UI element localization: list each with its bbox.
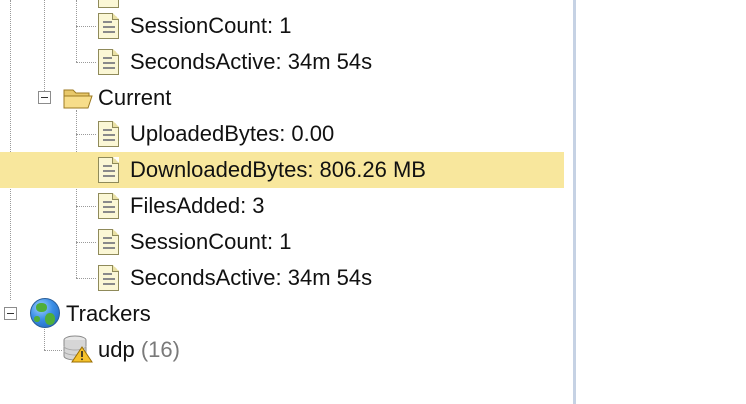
- pane-splitter[interactable]: [564, 0, 576, 404]
- tree-item-downloaded-bytes[interactable]: DownloadedBytes: 806.26 MB: [0, 152, 564, 188]
- document-icon: [98, 0, 119, 8]
- tree-folder-label: Current: [98, 85, 172, 110]
- database-warning-icon: [63, 335, 93, 363]
- stats-tree: SessionCount: 1 SecondsActive: 34m 54s C…: [0, 0, 564, 404]
- globe-icon: [30, 298, 60, 328]
- tree-item-seconds-active[interactable]: SecondsActive: 34m 54s: [0, 260, 564, 296]
- document-icon: [98, 157, 119, 183]
- tree-item-tracker-udp[interactable]: udp (16): [0, 332, 564, 368]
- tree-item-uploaded-bytes[interactable]: UploadedBytes: 0.00: [0, 116, 564, 152]
- open-folder-icon: [63, 89, 93, 109]
- collapse-icon[interactable]: [38, 91, 51, 104]
- tree-item-session-count[interactable]: SessionCount: 1: [0, 8, 564, 44]
- tree-item-session-count[interactable]: SessionCount: 1: [0, 224, 564, 260]
- tree-item-files-added[interactable]: FilesAdded: 3: [0, 188, 564, 224]
- tree-folder-current[interactable]: Current: [0, 80, 564, 116]
- tree-item-label: FilesAdded: 3: [130, 193, 265, 218]
- tracker-name: udp: [98, 337, 135, 362]
- document-icon: [98, 265, 119, 291]
- tree-item-label: SecondsActive: 34m 54s: [130, 265, 373, 290]
- tree-item-label: SecondsActive: 34m 54s: [130, 49, 373, 74]
- document-icon: [98, 229, 119, 255]
- collapse-icon[interactable]: [4, 307, 17, 320]
- tracker-count: (16): [140, 337, 180, 362]
- tree-item-label: SessionCount: 1: [130, 13, 292, 38]
- document-icon: [98, 121, 119, 147]
- tree-item-seconds-active[interactable]: SecondsActive: 34m 54s: [0, 44, 564, 80]
- details-pane: [576, 0, 746, 404]
- tree-node-label: Trackers: [66, 301, 151, 326]
- document-icon: [98, 193, 119, 219]
- tree-item-label: SessionCount: 1: [130, 229, 292, 254]
- tree-item-label: udp (16): [98, 337, 180, 363]
- tree-node-trackers[interactable]: Trackers: [0, 296, 564, 332]
- document-icon: [98, 13, 119, 39]
- document-icon: [98, 49, 119, 75]
- tree-item-label: UploadedBytes: 0.00: [130, 121, 335, 146]
- tree-item-label: DownloadedBytes: 806.26 MB: [130, 157, 426, 182]
